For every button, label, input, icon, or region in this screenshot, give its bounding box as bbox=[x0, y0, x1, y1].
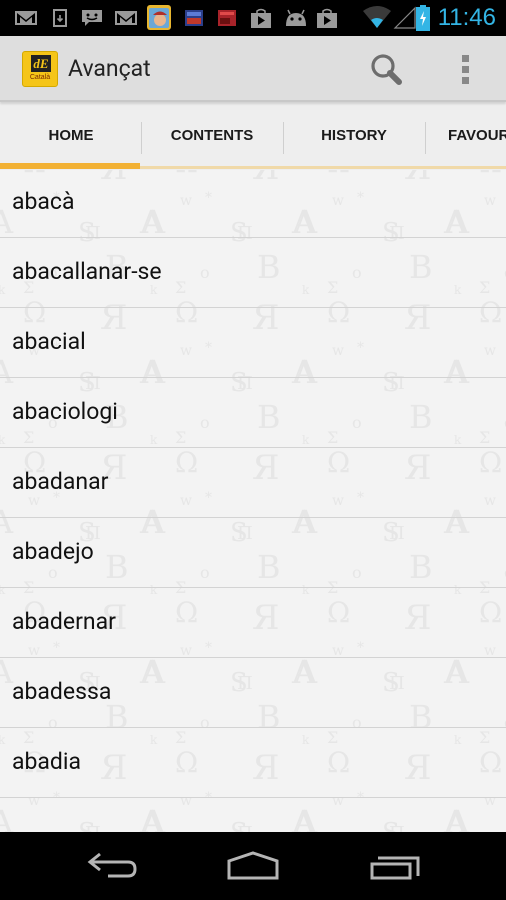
list-item-label: abadernar bbox=[12, 608, 116, 635]
list-item-label: abacallanar-se bbox=[12, 258, 162, 285]
gmail-icon bbox=[115, 11, 137, 25]
pattern-glyph: A bbox=[294, 803, 318, 832]
navigation-bar bbox=[0, 832, 506, 900]
cell-signal-icon bbox=[393, 6, 416, 29]
tab-home[interactable]: HOME bbox=[0, 102, 142, 170]
wifi-icon bbox=[363, 6, 391, 28]
clock: 11:46 bbox=[437, 4, 496, 31]
list-item[interactable]: abaciologi bbox=[0, 378, 506, 448]
pattern-glyph: S bbox=[382, 818, 400, 832]
list-item-label: abacà bbox=[12, 188, 75, 215]
search-button[interactable] bbox=[366, 50, 406, 90]
list-item[interactable]: abadernar bbox=[0, 588, 506, 658]
home-icon bbox=[227, 851, 279, 880]
logo-subtitle: Català bbox=[29, 74, 51, 81]
logo-mark: dE bbox=[31, 55, 51, 72]
page-title: Avançat bbox=[68, 55, 151, 82]
pattern-glyph: A bbox=[140, 803, 164, 832]
list-item[interactable]: abacà bbox=[0, 168, 506, 238]
list-item[interactable]: abacallanar-se bbox=[0, 238, 506, 308]
download-icon bbox=[53, 9, 67, 27]
battery-charging-icon bbox=[416, 5, 430, 31]
list-item[interactable]: abadanar bbox=[0, 448, 506, 518]
recents-icon bbox=[370, 856, 420, 880]
android-icon bbox=[286, 9, 306, 26]
tab-favourites[interactable]: FAVOURITES bbox=[425, 102, 506, 170]
pattern-glyph: Π bbox=[389, 823, 405, 832]
messenger-icon bbox=[82, 10, 102, 26]
pattern-glyph: Π bbox=[85, 823, 101, 832]
pattern-glyph: Π bbox=[237, 823, 253, 832]
pattern-glyph: S bbox=[78, 818, 96, 832]
search-icon bbox=[371, 54, 402, 85]
list-item-label: abadia bbox=[12, 748, 82, 775]
pattern-glyph: A bbox=[0, 803, 14, 832]
list-item-label: abacial bbox=[12, 328, 86, 355]
list-item[interactable]: abadia bbox=[0, 728, 506, 798]
list-item[interactable]: abacial bbox=[0, 308, 506, 378]
pattern-glyph: S bbox=[230, 818, 248, 832]
status-bar: 11:46 bbox=[0, 0, 506, 36]
list-item-label: abadejo bbox=[12, 538, 94, 565]
pattern-glyph: A bbox=[142, 803, 166, 832]
active-tab-indicator bbox=[0, 163, 140, 169]
word-list[interactable]: ЯΩ*wAAΠSBΣokЯΩ*wAAΠSBΣokЯΩ*wAAΠSBΣokЯΩ*w… bbox=[0, 168, 506, 832]
tab-history[interactable]: HISTORY bbox=[283, 102, 425, 170]
pattern-glyph: A bbox=[444, 803, 468, 832]
back-icon bbox=[87, 852, 137, 878]
action-bar: dE Català Avançat bbox=[0, 36, 506, 102]
tab-bar: HOME CONTENTS HISTORY FAVOURITES bbox=[0, 102, 506, 170]
pattern-glyph: A bbox=[446, 803, 470, 832]
tab-contents[interactable]: CONTENTS bbox=[141, 102, 283, 170]
app-logo[interactable]: dE Català bbox=[22, 51, 58, 87]
subway-surfers-app-icon bbox=[147, 5, 171, 30]
home-button[interactable] bbox=[218, 846, 288, 886]
list-item-label: abadessa bbox=[12, 678, 112, 705]
overflow-menu-button[interactable] bbox=[452, 52, 480, 88]
play-store-icon bbox=[317, 8, 337, 28]
list-item[interactable]: abadessa bbox=[0, 658, 506, 728]
play-store-icon bbox=[251, 8, 271, 28]
recents-button[interactable] bbox=[360, 846, 430, 886]
pattern-glyph: A bbox=[292, 803, 316, 832]
list-item-label: abaciologi bbox=[12, 398, 118, 425]
back-button[interactable] bbox=[78, 846, 148, 886]
list-item-label: abadanar bbox=[12, 468, 109, 495]
app-icon bbox=[185, 10, 203, 26]
list-item[interactable]: abadejo bbox=[0, 518, 506, 588]
gmail-icon bbox=[15, 11, 37, 25]
app-icon bbox=[218, 10, 236, 26]
